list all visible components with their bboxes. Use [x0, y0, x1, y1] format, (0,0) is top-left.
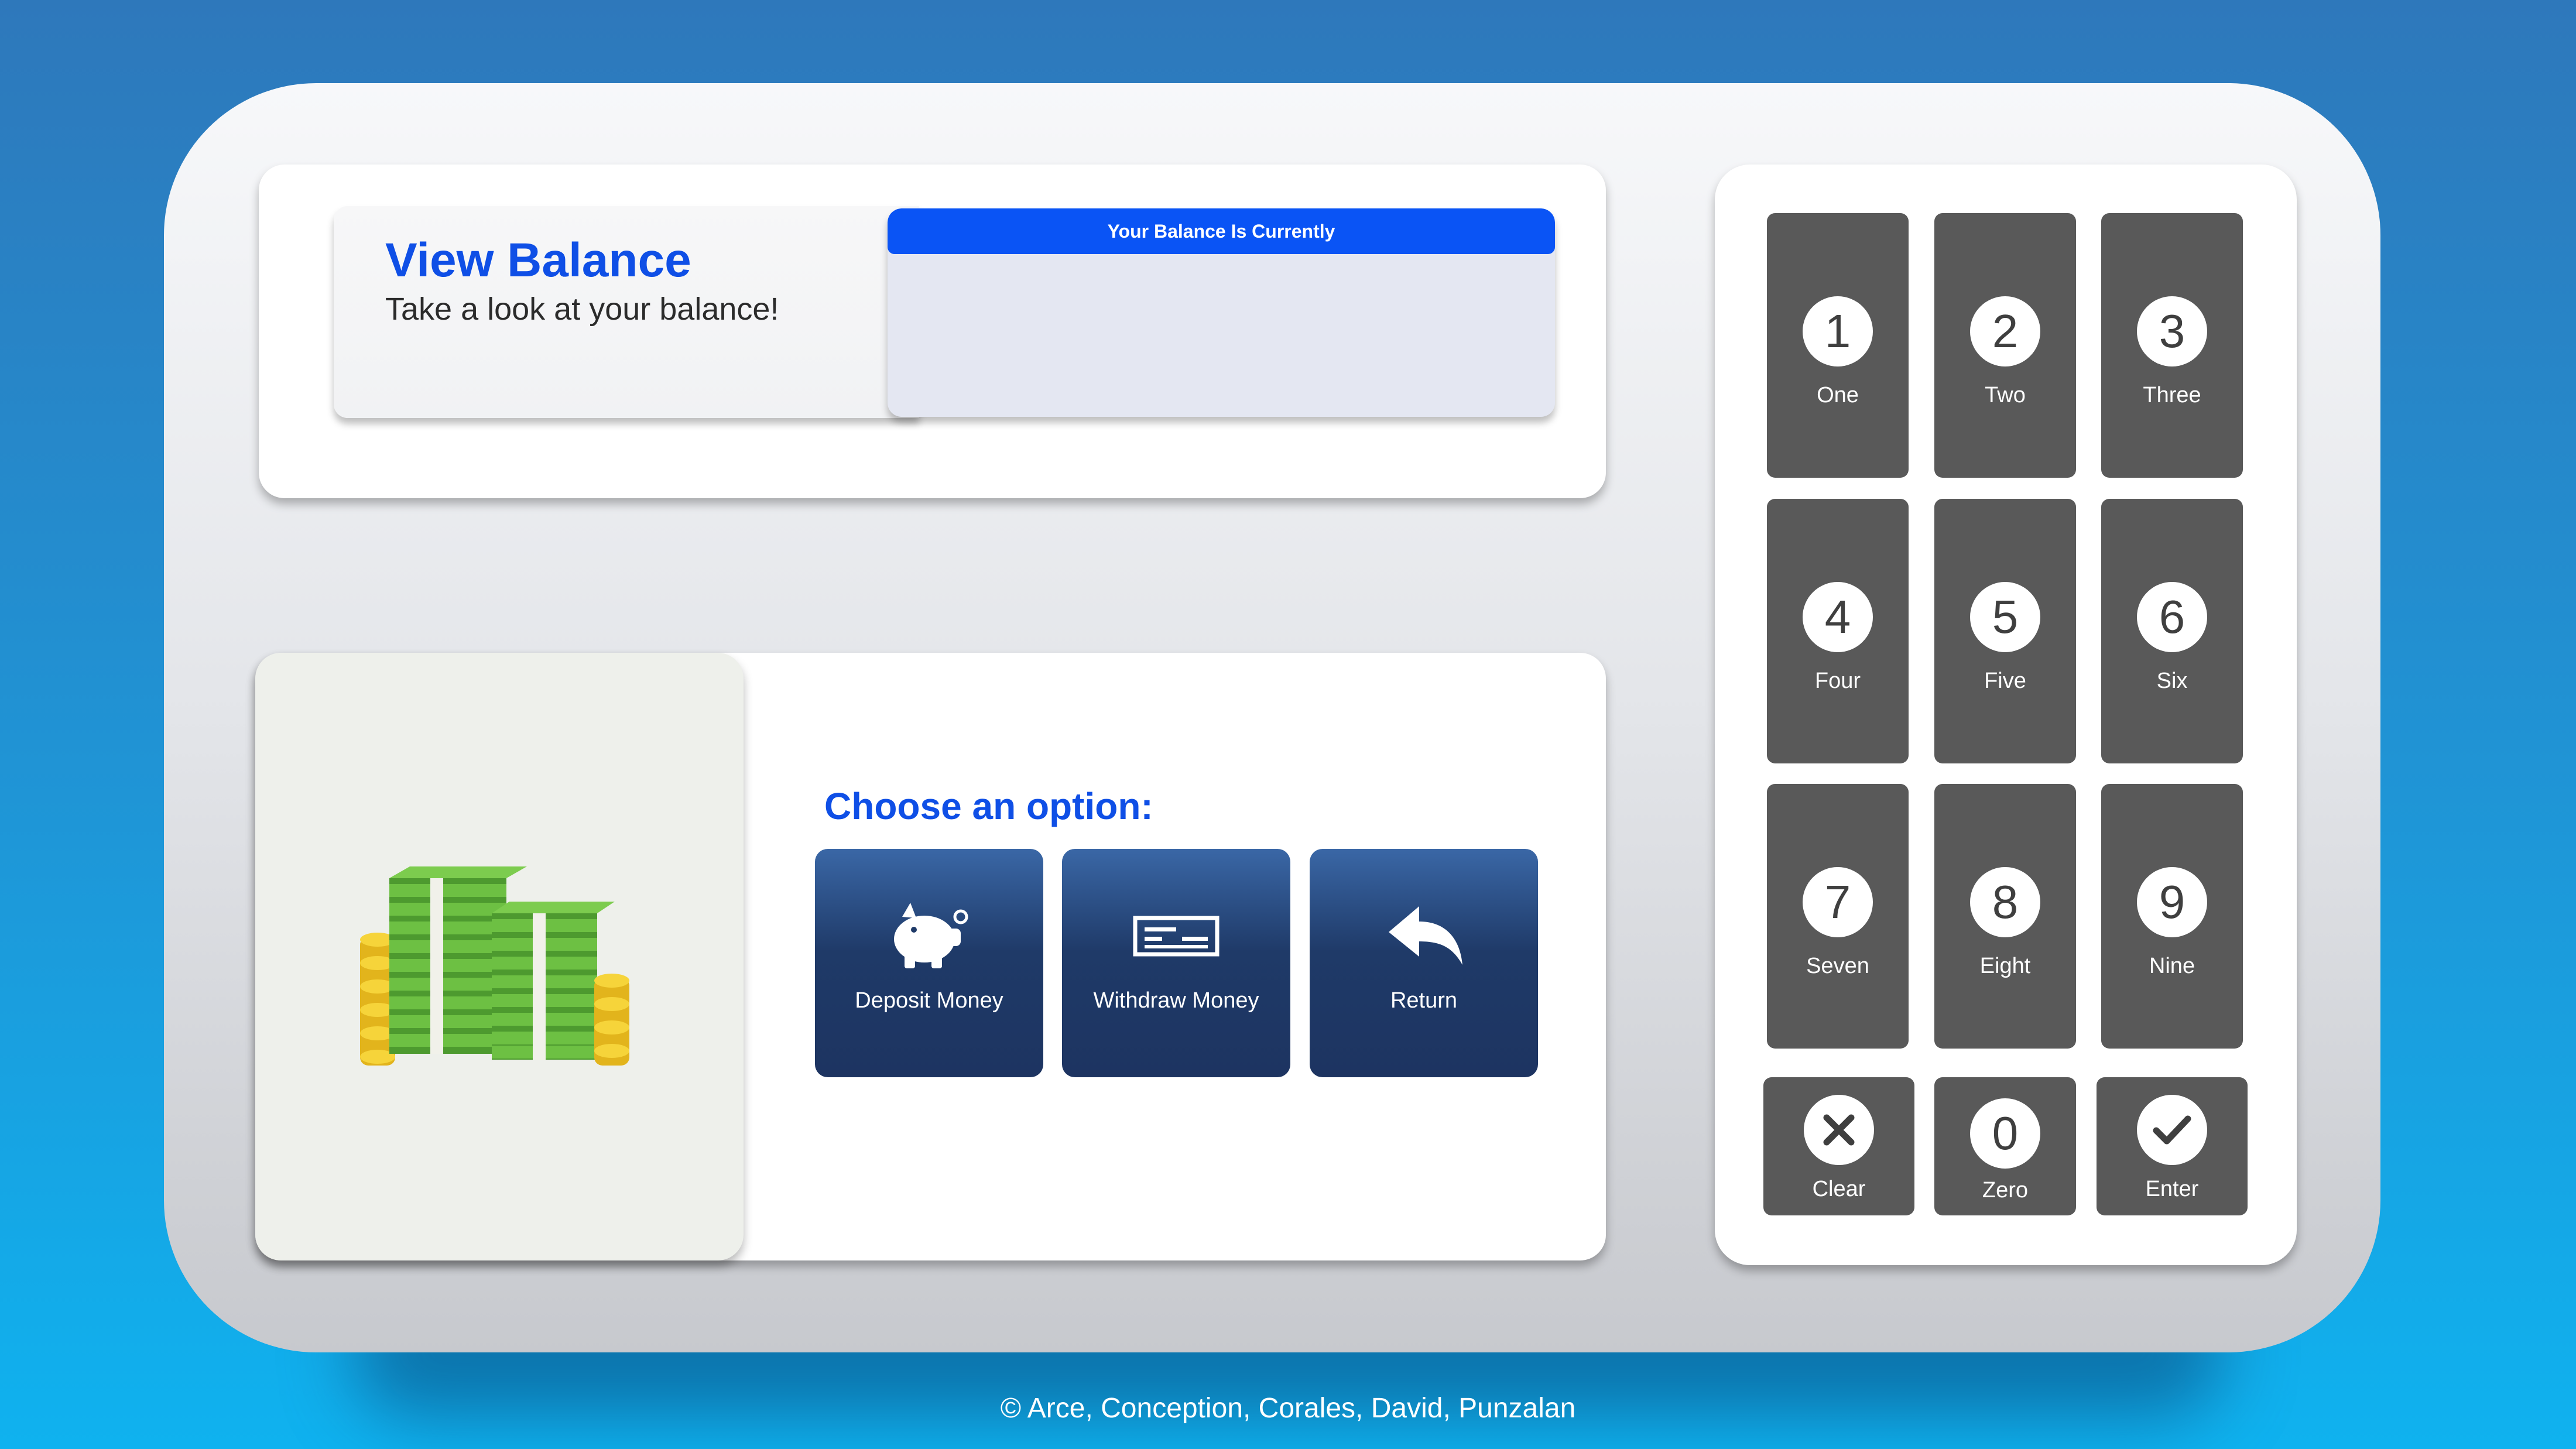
- enter-key[interactable]: Enter: [2097, 1077, 2248, 1215]
- key-digit: 5: [1970, 582, 2040, 652]
- key-zero[interactable]: 0 Zero: [1934, 1077, 2076, 1215]
- deposit-money-label: Deposit Money: [855, 988, 1003, 1013]
- key-two[interactable]: 2 Two: [1934, 213, 2076, 478]
- key-seven[interactable]: 7 Seven: [1767, 784, 1909, 1049]
- key-digit: 9: [2137, 867, 2207, 937]
- enter-label: Enter: [2145, 1177, 2199, 1201]
- key-label: One: [1817, 383, 1859, 407]
- return-button[interactable]: Return: [1310, 849, 1538, 1077]
- return-arrow-icon: [1310, 896, 1538, 978]
- key-one[interactable]: 1 One: [1767, 213, 1909, 478]
- return-label: Return: [1390, 988, 1458, 1013]
- key-label: Two: [1985, 383, 2026, 407]
- key-digit: 2: [1970, 296, 2040, 366]
- checkmark-icon: [2137, 1095, 2207, 1165]
- withdraw-money-label: Withdraw Money: [1093, 988, 1259, 1013]
- key-four[interactable]: 4 Four: [1767, 499, 1909, 763]
- coin-stack-right: [594, 974, 629, 1066]
- balance-display-header: Your Balance Is Currently: [888, 208, 1555, 254]
- options-heading: Choose an option:: [824, 785, 1153, 827]
- key-label: Six: [2156, 669, 2188, 693]
- key-five[interactable]: 5 Five: [1934, 499, 2076, 763]
- key-digit: 1: [1803, 296, 1873, 366]
- key-label: Five: [1984, 669, 2026, 693]
- key-digit: 0: [1970, 1098, 2040, 1169]
- key-digit: 4: [1803, 582, 1873, 652]
- withdraw-money-button[interactable]: Withdraw Money: [1062, 849, 1290, 1077]
- key-three[interactable]: 3 Three: [2101, 213, 2243, 478]
- key-digit: 3: [2137, 296, 2207, 366]
- key-digit: 7: [1803, 867, 1873, 937]
- page-subtitle: Take a look at your balance!: [385, 292, 779, 327]
- key-label: Eight: [1979, 954, 2031, 978]
- footer-credits: © Arce, Conception, Corales, David, Punz…: [1000, 1393, 1576, 1424]
- key-label: Three: [2143, 383, 2201, 407]
- key-digit: 8: [1970, 867, 2040, 937]
- page-title: View Balance: [385, 234, 691, 287]
- key-label: Zero: [1982, 1178, 2029, 1203]
- money-stack-illustration: [360, 866, 629, 1066]
- key-eight[interactable]: 8 Eight: [1934, 784, 2076, 1049]
- key-six[interactable]: 6 Six: [2101, 499, 2243, 763]
- key-nine[interactable]: 9 Nine: [2101, 784, 2243, 1049]
- clear-label: Clear: [1812, 1177, 1866, 1201]
- check-icon: [1062, 896, 1290, 978]
- clear-key[interactable]: Clear: [1763, 1077, 1914, 1215]
- piggy-bank-icon: [815, 896, 1043, 978]
- key-label: Nine: [2149, 954, 2195, 978]
- key-label: Four: [1814, 669, 1861, 693]
- close-icon: [1804, 1095, 1874, 1165]
- key-label: Seven: [1806, 954, 1869, 978]
- balance-display: Your Balance Is Currently: [888, 208, 1555, 417]
- deposit-money-button[interactable]: Deposit Money: [815, 849, 1043, 1077]
- key-digit: 6: [2137, 582, 2207, 652]
